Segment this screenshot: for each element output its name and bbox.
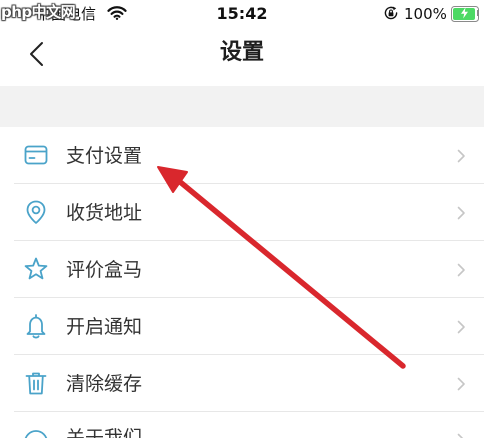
settings-item-payment[interactable]: 支付设置	[0, 127, 484, 184]
settings-item-about[interactable]: 关于我们	[0, 412, 484, 438]
settings-item-label: 评价盒马	[66, 259, 143, 281]
battery-percentage: 100%	[404, 5, 447, 23]
orientation-lock-icon	[384, 6, 398, 20]
chevron-right-icon	[457, 377, 465, 391]
settings-item-notifications[interactable]: 开启通知	[0, 298, 484, 355]
settings-item-label: 关于我们	[66, 427, 143, 438]
info-icon	[24, 430, 48, 438]
wifi-icon	[107, 6, 127, 20]
chevron-right-icon	[457, 206, 465, 220]
page-title: 设置	[219, 40, 264, 65]
watermark-logo: php中文网	[1, 3, 76, 21]
settings-item-rate-app[interactable]: 评价盒马	[0, 241, 484, 298]
chevron-left-icon	[30, 42, 43, 66]
settings-item-address[interactable]: 收货地址	[0, 184, 484, 241]
settings-item-label: 收货地址	[66, 202, 143, 224]
location-pin-icon	[26, 200, 46, 224]
charging-bolt-icon	[461, 7, 468, 19]
settings-item-label: 支付设置	[66, 145, 143, 167]
payment-card-icon	[24, 145, 48, 165]
settings-item-label: 清除缓存	[66, 373, 143, 395]
bell-icon	[26, 314, 46, 339]
settings-screen: php中文网 中国电信 15:42 100% 设置 支付设置 收货地址 评价盒马…	[0, 0, 484, 438]
status-bar: php中文网 中国电信 15:42 100%	[0, 0, 484, 28]
settings-item-label: 开启通知	[66, 316, 143, 338]
chevron-right-icon	[457, 433, 464, 438]
battery-cap	[477, 10, 479, 16]
chevron-right-icon	[457, 149, 465, 163]
back-button[interactable]	[26, 40, 48, 68]
chevron-right-icon	[457, 320, 465, 334]
chevron-right-icon	[457, 263, 465, 277]
star-icon	[24, 257, 48, 280]
section-gap	[0, 86, 484, 127]
status-time: 15:42	[216, 4, 268, 23]
trash-icon	[25, 372, 47, 395]
battery-charging-icon	[451, 6, 479, 22]
settings-item-clear-cache[interactable]: 清除缓存	[0, 355, 484, 412]
